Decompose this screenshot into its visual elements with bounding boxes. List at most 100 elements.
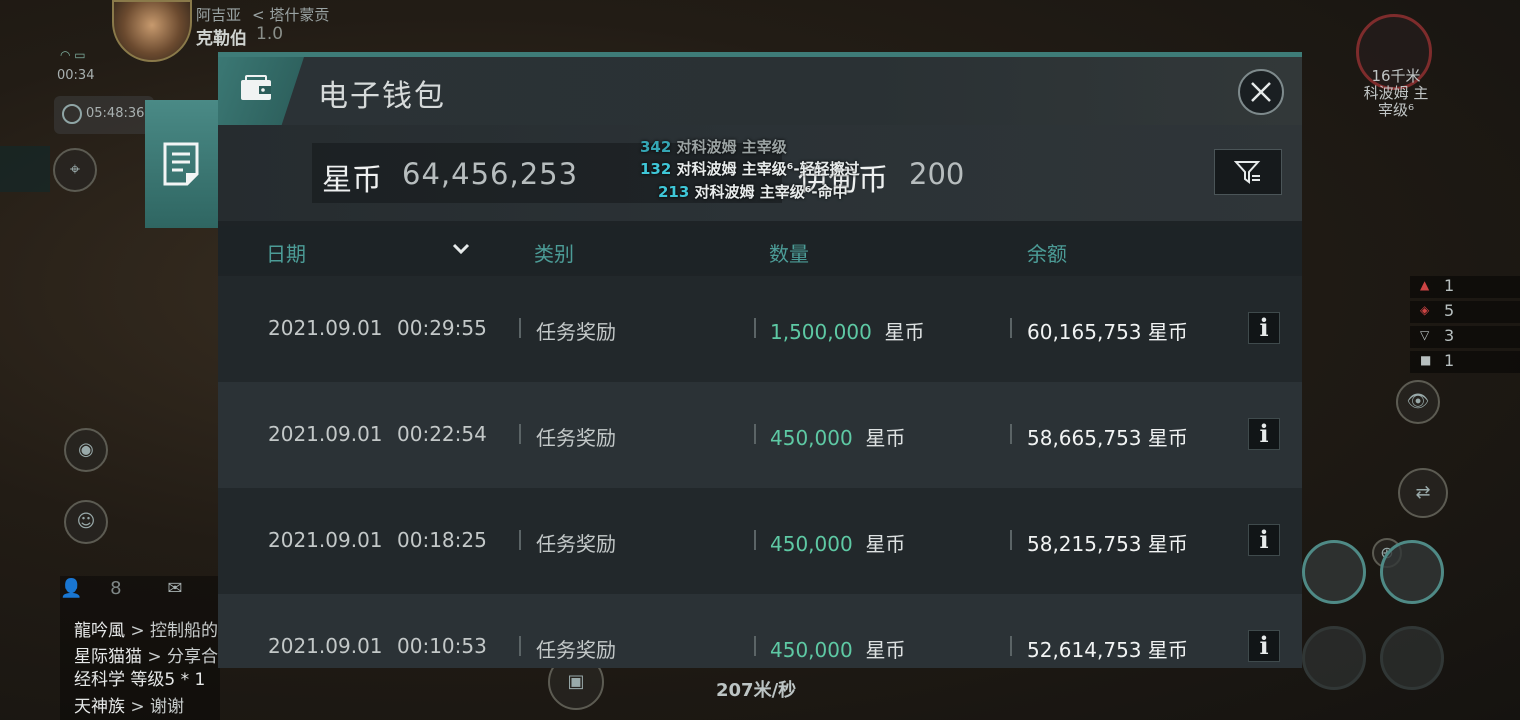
- info-button[interactable]: i: [1248, 630, 1280, 662]
- row-date: 2021.09.01: [268, 528, 383, 552]
- counter-row: ▽ 3: [1410, 326, 1520, 348]
- target-info: 16千米 科波姆 主 宰级⁶: [1363, 67, 1429, 119]
- row-amount: 1,500,000 星币: [770, 320, 925, 344]
- security-status: 1.0: [256, 24, 284, 44]
- eden-coin-balance: 200: [909, 157, 965, 191]
- row-balance: 58,665,753 星币: [1027, 426, 1188, 450]
- divider: [754, 424, 756, 444]
- row-amount: 450,000 星币: [770, 638, 906, 662]
- panel-header: 电子钱包: [218, 57, 1302, 125]
- combat-log-line: 213 对科波姆 主宰级⁶-命中: [658, 183, 848, 201]
- speed-readout: 207米/秒: [716, 680, 797, 701]
- column-balance: 余额: [1027, 242, 1067, 266]
- wallet-icon: [241, 75, 271, 100]
- info-icon: i: [1259, 313, 1269, 342]
- header-icon-box: [218, 57, 304, 125]
- divider: [519, 530, 521, 550]
- row-date: 2021.09.01: [268, 634, 383, 658]
- column-date[interactable]: 日期: [266, 238, 306, 267]
- row-time: 00:29:55: [397, 316, 487, 340]
- column-category: 类别: [534, 242, 574, 266]
- table-row[interactable]: 2021.09.01 00:29:55 任务奖励 1,500,000 星币 60…: [218, 276, 1302, 382]
- wallet-journal-tab[interactable]: [145, 100, 219, 228]
- mail-icon[interactable]: ✉: [167, 578, 182, 599]
- eye-icon[interactable]: 👁: [1396, 380, 1440, 424]
- info-icon: i: [1259, 525, 1269, 554]
- counter-row: ■ 1: [1410, 351, 1520, 373]
- contact-icon[interactable]: ☺: [64, 500, 108, 544]
- info-button[interactable]: i: [1248, 524, 1280, 556]
- module-slot-1[interactable]: [1302, 626, 1366, 690]
- divider: [1010, 530, 1012, 550]
- row-amount: 450,000 星币: [770, 426, 906, 450]
- row-category: 任务奖励: [536, 426, 616, 450]
- row-time: 00:10:53: [397, 634, 487, 658]
- table-row[interactable]: 2021.09.01 00:22:54 任务奖励 450,000 星币 58,6…: [218, 382, 1302, 488]
- row-balance: 58,215,753 星币: [1027, 532, 1188, 556]
- row-category: 任务奖励: [536, 320, 616, 344]
- chat-line: 龍吟風 > 控制船的: [74, 621, 219, 641]
- column-amount: 数量: [769, 242, 809, 266]
- row-amount: 450,000 星币: [770, 532, 906, 556]
- table-row[interactable]: 2021.09.01 00:18:25 任务奖励 450,000 星币 58,2…: [218, 488, 1302, 594]
- counter-row: ▲ 1: [1410, 276, 1520, 298]
- panel-title: 电子钱包: [318, 79, 446, 114]
- divider: [1010, 318, 1012, 338]
- isk-balance: 64,456,253: [402, 157, 579, 191]
- row-time: 00:18:25: [397, 528, 487, 552]
- row-balance: 60,165,753 星币: [1027, 320, 1188, 344]
- weapon-module-1[interactable]: [1302, 540, 1366, 604]
- divider: [519, 636, 521, 656]
- pilot-avatar[interactable]: [112, 0, 192, 62]
- divider: [754, 636, 756, 656]
- chat-line: 星际猫猫 > 分享合: [74, 647, 219, 667]
- wallet-panel: 电子钱包 星币 64,456,253 伊甸币 200 342 对科波姆 主宰级 …: [218, 52, 1302, 668]
- filter-icon: [1234, 161, 1261, 184]
- row-category: 任务奖励: [536, 532, 616, 556]
- divider: [1010, 636, 1012, 656]
- pilot-ship: 克勒伯: [196, 29, 247, 49]
- combat-log-line: 342 对科波姆 主宰级: [640, 138, 787, 156]
- row-category: 任务奖励: [536, 638, 616, 662]
- document-icon: [163, 142, 199, 186]
- combat-log-line: 132 对科波姆 主宰级⁶-轻轻擦过: [640, 160, 860, 178]
- info-button[interactable]: i: [1248, 418, 1280, 450]
- table-row[interactable]: 2021.09.01 00:10:53 任务奖励 450,000 星币 52,6…: [218, 594, 1302, 668]
- chat-toolbar: 👤 8 ✉: [60, 578, 182, 599]
- divider: [754, 318, 756, 338]
- globe-icon: [62, 104, 82, 124]
- swap-icon[interactable]: ⇄: [1398, 468, 1448, 518]
- row-date: 2021.09.01: [268, 422, 383, 446]
- clock: 00:34: [57, 68, 95, 83]
- divider: [519, 424, 521, 444]
- module-slot-2[interactable]: [1380, 626, 1444, 690]
- scanner-icon[interactable]: ◉: [64, 428, 108, 472]
- balance-bar: 星币 64,456,253 伊甸币 200 342 对科波姆 主宰级 132 对…: [218, 125, 1302, 221]
- pilot-corp: < 塔什蒙贡: [252, 6, 330, 24]
- isk-label: 星币: [322, 163, 382, 198]
- chevron-down-icon[interactable]: [450, 238, 472, 260]
- info-icon: i: [1259, 631, 1269, 660]
- wifi-icon: ◠ ▭: [60, 48, 86, 62]
- chat-line: 天神族 > 谢谢: [74, 697, 185, 717]
- divider: [754, 530, 756, 550]
- row-time: 00:22:54: [397, 422, 487, 446]
- members-icon[interactable]: 👤: [60, 578, 82, 599]
- divider: [519, 318, 521, 338]
- counter-row: ◈ 5: [1410, 301, 1520, 323]
- left-strip: [0, 146, 50, 192]
- divider: [1010, 424, 1012, 444]
- info-icon: i: [1259, 419, 1269, 448]
- member-count: 8: [110, 578, 122, 599]
- weapon-module-2[interactable]: [1380, 540, 1444, 604]
- info-button[interactable]: i: [1248, 312, 1280, 344]
- table-header: 日期 类别 数量 余额: [218, 226, 1302, 274]
- row-date: 2021.09.01: [268, 316, 383, 340]
- chat-line: 经科学 等级5 * 1: [74, 670, 206, 690]
- filter-button[interactable]: [1214, 149, 1282, 195]
- close-button[interactable]: [1238, 69, 1284, 115]
- location-pin-icon[interactable]: ⌖: [53, 148, 97, 192]
- pilot-name: 阿吉亚: [196, 6, 242, 24]
- row-balance: 52,614,753 星币: [1027, 638, 1188, 662]
- close-icon: [1251, 82, 1271, 102]
